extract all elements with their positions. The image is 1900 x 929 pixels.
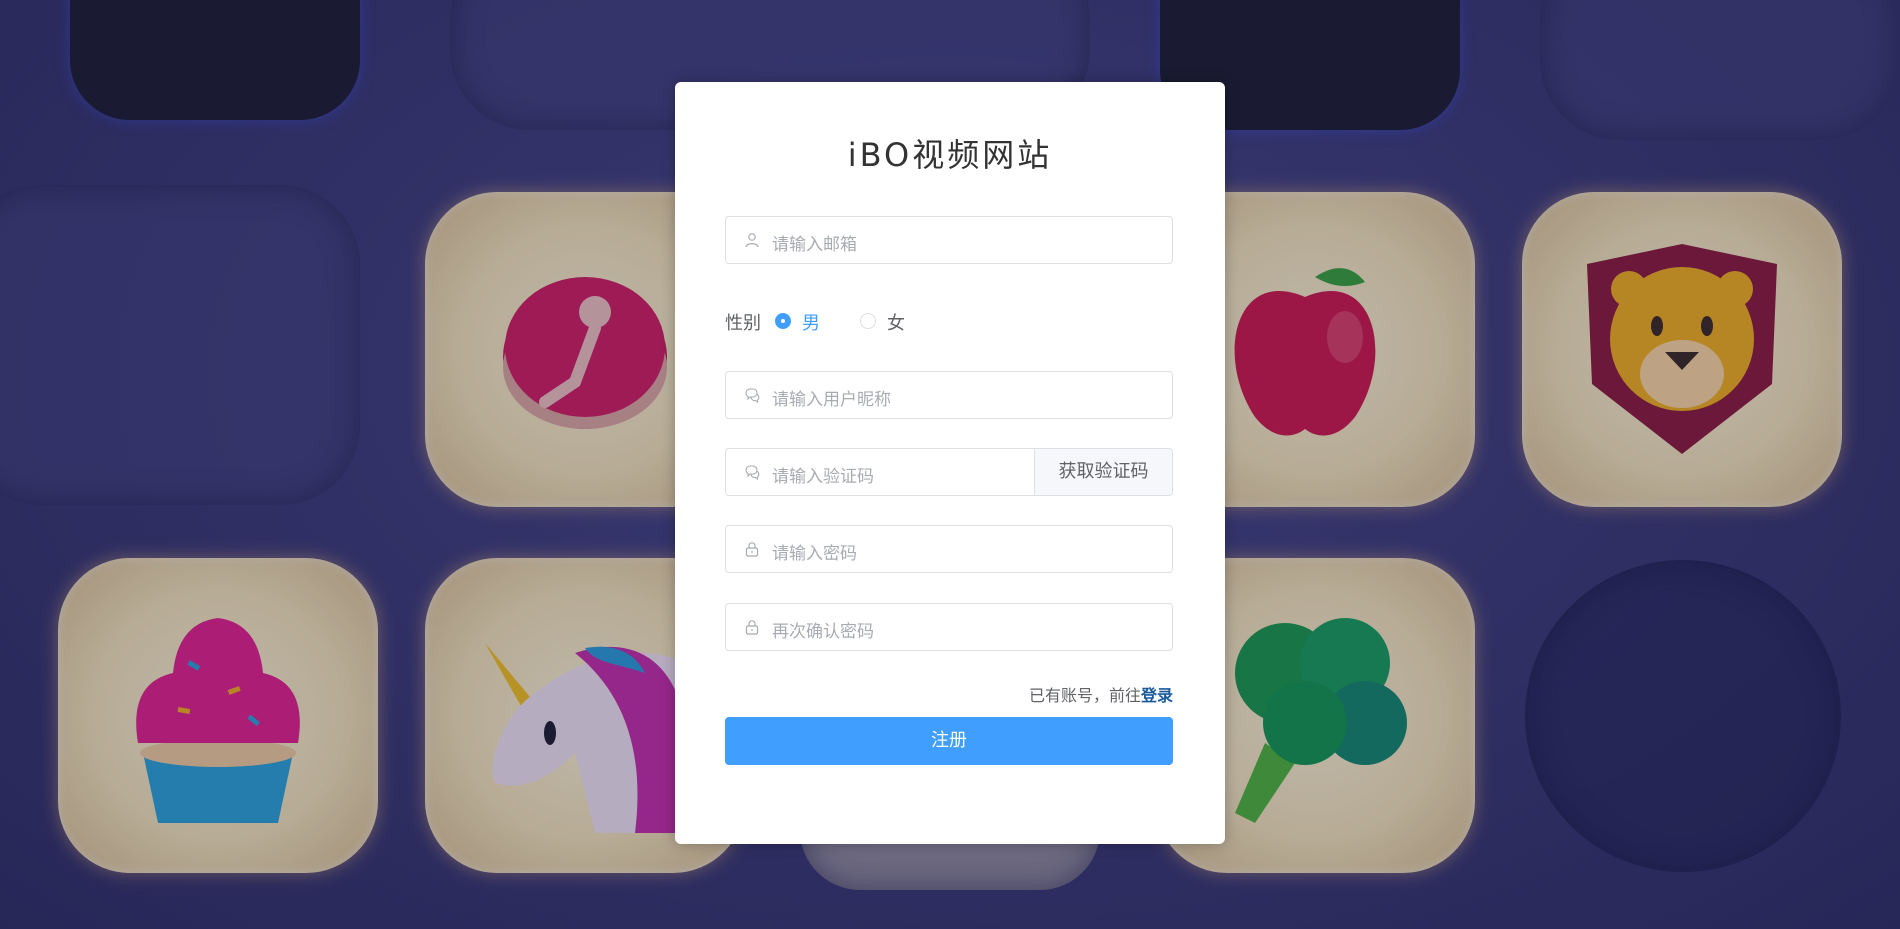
get-code-button[interactable]: 获取验证码 [1034, 449, 1172, 495]
nickname-field[interactable]: 请输入用户昵称 [725, 371, 1173, 419]
lock-icon [745, 620, 759, 635]
confirm-password-field[interactable]: 再次确认密码 [725, 603, 1173, 651]
chat-icon [745, 465, 760, 480]
login-hint: 已有账号，前往登录 [1029, 682, 1173, 706]
gender-radio-label: 女 [887, 313, 905, 334]
register-button[interactable]: 注册 [725, 717, 1173, 765]
user-icon [745, 233, 759, 248]
email-placeholder: 请输入邮箱 [772, 235, 857, 255]
gender-radio-label: 男 [802, 313, 820, 334]
radio-checked-icon [775, 313, 791, 329]
password-placeholder: 请输入密码 [772, 544, 857, 564]
confirm-password-placeholder: 再次确认密码 [772, 622, 874, 642]
password-field[interactable]: 请输入密码 [725, 525, 1173, 573]
chat-icon [745, 388, 760, 403]
register-card: iBO视频网站 请输入邮箱 性别 男 女 请输入用户昵称 请输入验证码 获取验证… [675, 82, 1225, 844]
verification-code-field[interactable]: 请输入验证码 获取验证码 [725, 448, 1173, 496]
gender-label: 性别 [725, 313, 761, 334]
email-field[interactable]: 请输入邮箱 [725, 216, 1173, 264]
page-title: iBO视频网站 [847, 136, 1053, 174]
login-hint-text: 已有账号，前往 [1028, 686, 1141, 705]
login-link[interactable]: 登录 [1141, 686, 1173, 705]
verification-code-placeholder: 请输入验证码 [772, 467, 874, 487]
lock-icon [745, 542, 759, 557]
radio-unchecked-icon [860, 313, 876, 329]
nickname-placeholder: 请输入用户昵称 [772, 390, 891, 410]
